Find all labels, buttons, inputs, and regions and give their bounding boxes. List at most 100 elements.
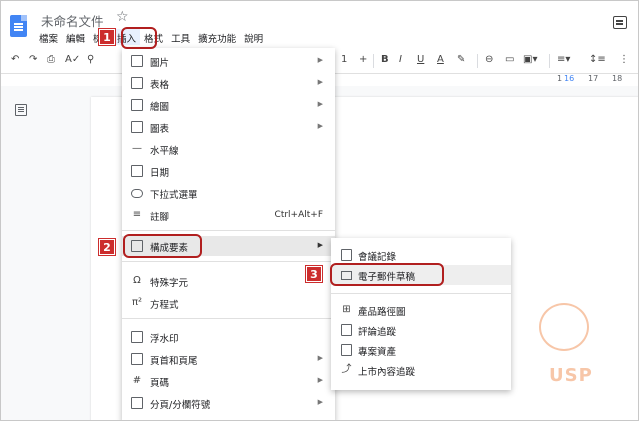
meeting-notes-icon bbox=[341, 249, 352, 261]
redo-icon[interactable]: ↷ bbox=[29, 54, 37, 65]
submenu-item-label: 上市內容追蹤 bbox=[358, 367, 416, 378]
watermark-text: USP bbox=[549, 365, 593, 386]
step-3-badge: 3 bbox=[306, 266, 322, 282]
star-icon[interactable]: ☆ bbox=[116, 9, 129, 25]
menu-item-label: 頁首和頁尾 bbox=[150, 356, 198, 367]
menu-item-drawing[interactable]: 繪圖 ▶ bbox=[122, 95, 335, 115]
ruler-mark: 18 bbox=[612, 74, 623, 83]
comment-history-icon[interactable] bbox=[613, 16, 627, 29]
ruler-mark: 17 bbox=[588, 74, 599, 83]
submenu-arrow-icon: ▶ bbox=[317, 122, 323, 130]
toolbar-divider bbox=[549, 54, 550, 68]
underline-icon[interactable]: U bbox=[417, 54, 424, 65]
italic-icon[interactable]: I bbox=[399, 54, 402, 65]
ruler-mark[interactable]: 16 bbox=[564, 74, 574, 83]
bold-icon[interactable]: B bbox=[381, 54, 389, 65]
footnote-icon: ≡ bbox=[132, 209, 142, 220]
header-footer-icon bbox=[131, 353, 143, 365]
menu-divider bbox=[122, 230, 335, 231]
menu-item-special-characters[interactable]: Ω 特殊字元 bbox=[122, 271, 335, 291]
menu-item-label: 日期 bbox=[150, 168, 170, 179]
menu-item-footnote[interactable]: ≡ 註腳 Ctrl+Alt+F bbox=[122, 205, 335, 225]
submenu-item-review-tracker[interactable]: 評論追蹤 bbox=[331, 320, 511, 340]
submenu-item-label: 產品路徑圖 bbox=[358, 307, 406, 318]
docs-logo-icon[interactable] bbox=[10, 15, 27, 37]
step-1-badge: 1 bbox=[99, 29, 115, 45]
paint-format-icon[interactable]: ⚲ bbox=[87, 54, 94, 65]
submenu-item-launch-content-tracker[interactable]: ⤴ 上市內容追蹤 bbox=[331, 360, 511, 380]
spellcheck-icon[interactable]: A✓ bbox=[65, 54, 80, 65]
submenu-arrow-icon: ▶ bbox=[317, 241, 323, 249]
menu-extensions[interactable]: 擴充功能 bbox=[194, 29, 240, 45]
ruler: 1 16 17 18 bbox=[336, 74, 638, 86]
submenu-arrow-icon: ▶ bbox=[317, 100, 323, 108]
menu-item-break[interactable]: 分頁/分欄符號 ▶ bbox=[122, 393, 335, 413]
menu-divider bbox=[122, 318, 335, 319]
menu-item-date[interactable]: 日期 bbox=[122, 161, 335, 181]
toolbar-divider bbox=[477, 54, 478, 68]
add-comment-icon[interactable]: ▭ bbox=[505, 54, 514, 65]
menu-item-label: 特殊字元 bbox=[150, 278, 189, 289]
menu-edit[interactable]: 編輯 bbox=[62, 29, 89, 45]
link-icon[interactable]: ⊖ bbox=[485, 54, 493, 65]
submenu-item-meeting-notes[interactable]: 會議記錄 bbox=[331, 245, 511, 265]
submenu-arrow-icon: ▶ bbox=[317, 398, 323, 406]
menu-item-image[interactable]: 圖片 ▶ bbox=[122, 51, 335, 71]
menu-item-label: 圖表 bbox=[150, 124, 170, 135]
line-spacing-icon[interactable]: ↕≡ bbox=[589, 54, 606, 65]
menu-item-label: 方程式 bbox=[150, 300, 179, 311]
ruler-mark: 1 bbox=[557, 74, 563, 83]
document-outline-icon[interactable] bbox=[15, 104, 27, 116]
menu-item-label: 下拉式選單 bbox=[150, 190, 198, 201]
menu-item-header-footer[interactable]: 頁首和頁尾 ▶ bbox=[122, 349, 335, 369]
map-icon: ⊞ bbox=[342, 304, 351, 315]
increase-font-size-icon[interactable]: + bbox=[359, 54, 367, 65]
menu-item-watermark[interactable]: 浮水印 bbox=[122, 327, 335, 347]
menu-item-horizontal-line[interactable]: — 水平線 bbox=[122, 139, 335, 159]
menu-file[interactable]: 檔案 bbox=[35, 29, 62, 45]
document-title[interactable]: 未命名文件 bbox=[41, 11, 104, 30]
submenu-arrow-icon: ▶ bbox=[317, 376, 323, 384]
align-icon[interactable]: ≡▾ bbox=[557, 54, 570, 65]
print-icon[interactable]: ⎙ bbox=[47, 54, 55, 65]
menu-help[interactable]: 說明 bbox=[240, 29, 267, 45]
submenu-item-project-assets[interactable]: 專案資產 bbox=[331, 340, 511, 360]
calendar-icon bbox=[131, 165, 143, 177]
table-icon bbox=[131, 77, 143, 89]
menu-tools[interactable]: 工具 bbox=[167, 29, 194, 45]
menu-item-label: 繪圖 bbox=[150, 102, 170, 113]
highlight-ring-building-blocks bbox=[123, 234, 202, 258]
chart-icon bbox=[131, 121, 143, 133]
horizontal-line-icon: — bbox=[132, 143, 142, 154]
omega-icon: Ω bbox=[133, 275, 141, 286]
menu-divider bbox=[331, 293, 511, 294]
insert-image-icon[interactable]: ▣▾ bbox=[523, 54, 537, 65]
more-icon[interactable]: ⋮ bbox=[619, 54, 629, 65]
menu-item-table[interactable]: 表格 ▶ bbox=[122, 73, 335, 93]
trend-icon: ⤴ bbox=[341, 364, 352, 375]
text-color-icon[interactable]: A bbox=[437, 54, 444, 65]
menu-item-page-numbers[interactable]: # 頁碼 ▶ bbox=[122, 371, 335, 391]
break-icon bbox=[131, 397, 143, 409]
highlight-ring-email-draft bbox=[330, 263, 444, 286]
submenu-item-product-roadmap[interactable]: ⊞ 產品路徑圖 bbox=[331, 300, 511, 320]
submenu-item-label: 專案資產 bbox=[358, 347, 397, 358]
submenu-item-label: 評論追蹤 bbox=[358, 327, 397, 338]
menu-item-label: 表格 bbox=[150, 80, 170, 91]
pi-icon: π² bbox=[131, 297, 143, 308]
undo-icon[interactable]: ↶ bbox=[11, 54, 19, 65]
toolbar-divider bbox=[373, 54, 374, 68]
menu-item-label: 分頁/分欄符號 bbox=[150, 400, 211, 411]
app-window: 未命名文件 ☆ 檔案 編輯 檢 插入 格式 工具 擴充功能 說明 ↶ ↷ ⎙ A… bbox=[0, 0, 639, 421]
highlight-icon[interactable]: ✎ bbox=[457, 54, 465, 65]
step-2-badge: 2 bbox=[99, 239, 115, 255]
menu-divider bbox=[122, 261, 335, 262]
menu-item-chart[interactable]: 圖表 ▶ bbox=[122, 117, 335, 137]
menu-item-equation[interactable]: π² 方程式 bbox=[122, 293, 335, 313]
review-icon bbox=[341, 324, 352, 336]
watermark-icon bbox=[131, 331, 143, 343]
font-size-value[interactable]: 1 bbox=[341, 54, 347, 65]
submenu-arrow-icon: ▶ bbox=[317, 78, 323, 86]
image-icon bbox=[131, 55, 143, 67]
menu-item-dropdown[interactable]: 下拉式選單 bbox=[122, 183, 335, 203]
